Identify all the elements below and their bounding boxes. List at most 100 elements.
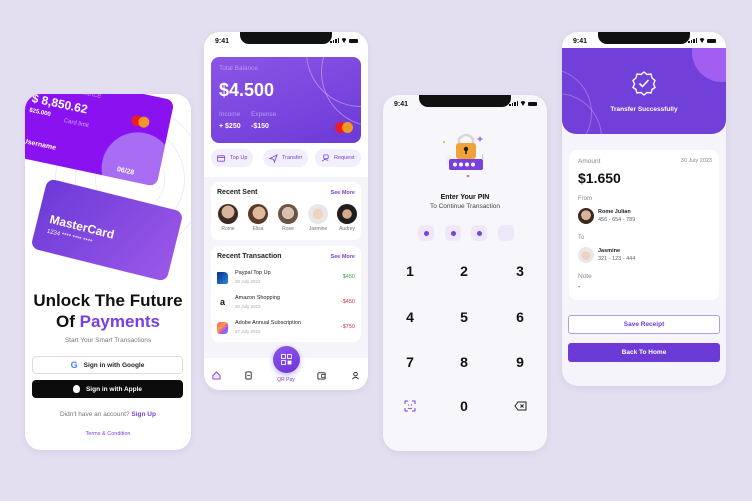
apple-icon — [72, 385, 80, 393]
qr-pay-button[interactable] — [273, 346, 300, 373]
google-signin-button[interactable]: G Sign in with Google — [32, 356, 183, 374]
transaction-amount: -$750 — [340, 324, 355, 330]
signup-link[interactable]: Sign Up — [131, 411, 156, 418]
notch — [419, 95, 511, 107]
card-decor — [321, 57, 361, 127]
battery-icon — [707, 38, 716, 43]
receipt-card: Amount 30 July 2023 $1.650 From Rome Jul… — [569, 150, 719, 300]
keypad-key-2[interactable]: 2 — [449, 261, 479, 281]
apple-signin-button[interactable]: Sign in with Apple — [32, 380, 183, 398]
headline: Unlock The Future Of Payments — [25, 290, 191, 332]
status-time: 9:41 — [573, 38, 588, 45]
welcome-screen: MasterCard 1234 **** **** **** Credit Ca… — [25, 94, 191, 450]
status-time: 9:41 — [394, 101, 409, 108]
balance-amount: $4.500 — [219, 80, 275, 100]
person-name: Rose — [282, 226, 294, 232]
back-to-home-button[interactable]: Back To Home — [568, 343, 720, 362]
keypad-key-4[interactable]: 4 — [395, 307, 425, 327]
transfer-amount: $1.650 — [578, 170, 621, 186]
income-label: Income — [219, 111, 241, 118]
keypad-key-5[interactable]: 5 — [449, 307, 479, 327]
mastercard-logo-icon — [130, 114, 151, 129]
recipient-name: Jasmine — [598, 248, 621, 254]
pin-dot — [476, 230, 482, 236]
pin-digit-box — [498, 225, 514, 241]
sender-avatar — [578, 208, 594, 224]
avatar — [248, 204, 268, 224]
balance-card: Total Balance $4.500 Income Expense + $2… — [211, 57, 361, 143]
status-bar: 9:41 — [204, 32, 368, 48]
transaction-amount: -$450 — [340, 299, 355, 305]
avatar — [278, 204, 298, 224]
credit-card: Credit Card Balance $ 8,850.62 $25.000 C… — [25, 94, 175, 187]
request-label: Request — [334, 155, 355, 161]
keypad-key-8[interactable]: 8 — [449, 352, 479, 372]
headline-of: Of — [56, 312, 75, 331]
topup-label: Top Up — [230, 155, 248, 161]
topup-button[interactable]: Top Up — [211, 149, 254, 167]
person-name: Elisa — [252, 226, 264, 232]
keypad-key-0[interactable]: 0 — [449, 396, 479, 416]
recent-transaction-title: Recent Transaction — [217, 253, 282, 260]
headline-line1: Unlock The Future — [33, 291, 183, 310]
note-value: - — [578, 284, 581, 291]
pin-digit-box — [418, 225, 434, 241]
wifi-icon — [699, 38, 705, 43]
transaction-row[interactable]: Paypal Top Up 30 July 2023 $450 — [217, 269, 355, 289]
keypad-key-6[interactable]: 6 — [505, 307, 535, 327]
headline-accent: Payments — [79, 312, 160, 331]
transaction-date: 30 July 2023 — [235, 279, 261, 284]
avatar — [308, 204, 328, 224]
google-icon: G — [70, 360, 78, 370]
pin-digit-box — [445, 225, 461, 241]
recent-sent-see-more[interactable]: See More — [331, 190, 355, 196]
recent-transaction-section: Recent Transaction See More Paypal Top U… — [211, 246, 361, 342]
keypad-key-9[interactable]: 9 — [505, 352, 535, 372]
backspace-icon — [513, 401, 526, 411]
transfer-button[interactable]: Transfer — [263, 149, 309, 167]
recent-person[interactable]: Rose — [277, 204, 299, 232]
no-account-text: Didn't have an account? — [60, 411, 130, 418]
status-time: 9:41 — [215, 38, 230, 45]
keypad-key-7[interactable]: 7 — [395, 352, 425, 372]
signal-icon — [688, 38, 697, 43]
face-id-button[interactable] — [395, 396, 425, 416]
lock-pin-illustration-icon — [443, 133, 484, 178]
amazon-logo-icon: a — [217, 297, 228, 309]
transaction-name: Amazon Shopping — [235, 295, 280, 301]
transaction-row[interactable]: Adobe Annual Subscription 27 July 2023 -… — [217, 319, 355, 339]
expense-label: Expense — [251, 111, 277, 118]
recent-transaction-see-more[interactable]: See More — [331, 254, 355, 260]
transaction-name: Paypal Top Up — [235, 270, 271, 276]
income-amount: + $250 — [219, 123, 241, 130]
person-name: Rome — [221, 226, 235, 232]
recent-person[interactable]: Rome — [217, 204, 239, 232]
status-bar: 9:41 — [383, 95, 547, 111]
pin-title: Enter Your PIN — [440, 194, 490, 201]
backspace-button[interactable] — [505, 396, 535, 416]
pin-subtitle: To Continue Transaction — [429, 203, 501, 210]
wifi-icon — [341, 38, 347, 43]
qr-code-icon — [281, 354, 292, 365]
subtitle: Start Your Smart Transactions — [64, 337, 152, 344]
status-bar: 9:41 — [562, 32, 726, 48]
verified-check-icon — [632, 71, 656, 96]
transaction-row[interactable]: a Amazon Shopping 30 July 2023 -$450 — [217, 294, 355, 314]
expense-amount: -$150 — [251, 123, 269, 130]
save-receipt-button[interactable]: Save Receipt — [568, 315, 720, 334]
keypad-key-1[interactable]: 1 — [395, 261, 425, 281]
send-icon — [269, 153, 278, 163]
recent-person[interactable]: Elisa — [247, 204, 269, 232]
terms-link[interactable]: Terms & Condition — [25, 431, 191, 437]
mastercard-logo-icon — [335, 122, 353, 133]
recent-person[interactable]: Audrey — [336, 204, 358, 232]
recent-person[interactable]: Jasmine — [307, 204, 329, 232]
keypad-key-3[interactable]: 3 — [505, 261, 535, 281]
success-title: Transfer Successfully — [610, 106, 678, 113]
transaction-date: 30 July 2023 — [235, 304, 261, 309]
request-button[interactable]: Request — [315, 149, 361, 167]
balance-label: Total Balance — [219, 65, 259, 72]
pin-digit-box — [471, 225, 487, 241]
pin-dot — [423, 230, 429, 236]
recipient-avatar — [578, 247, 594, 263]
